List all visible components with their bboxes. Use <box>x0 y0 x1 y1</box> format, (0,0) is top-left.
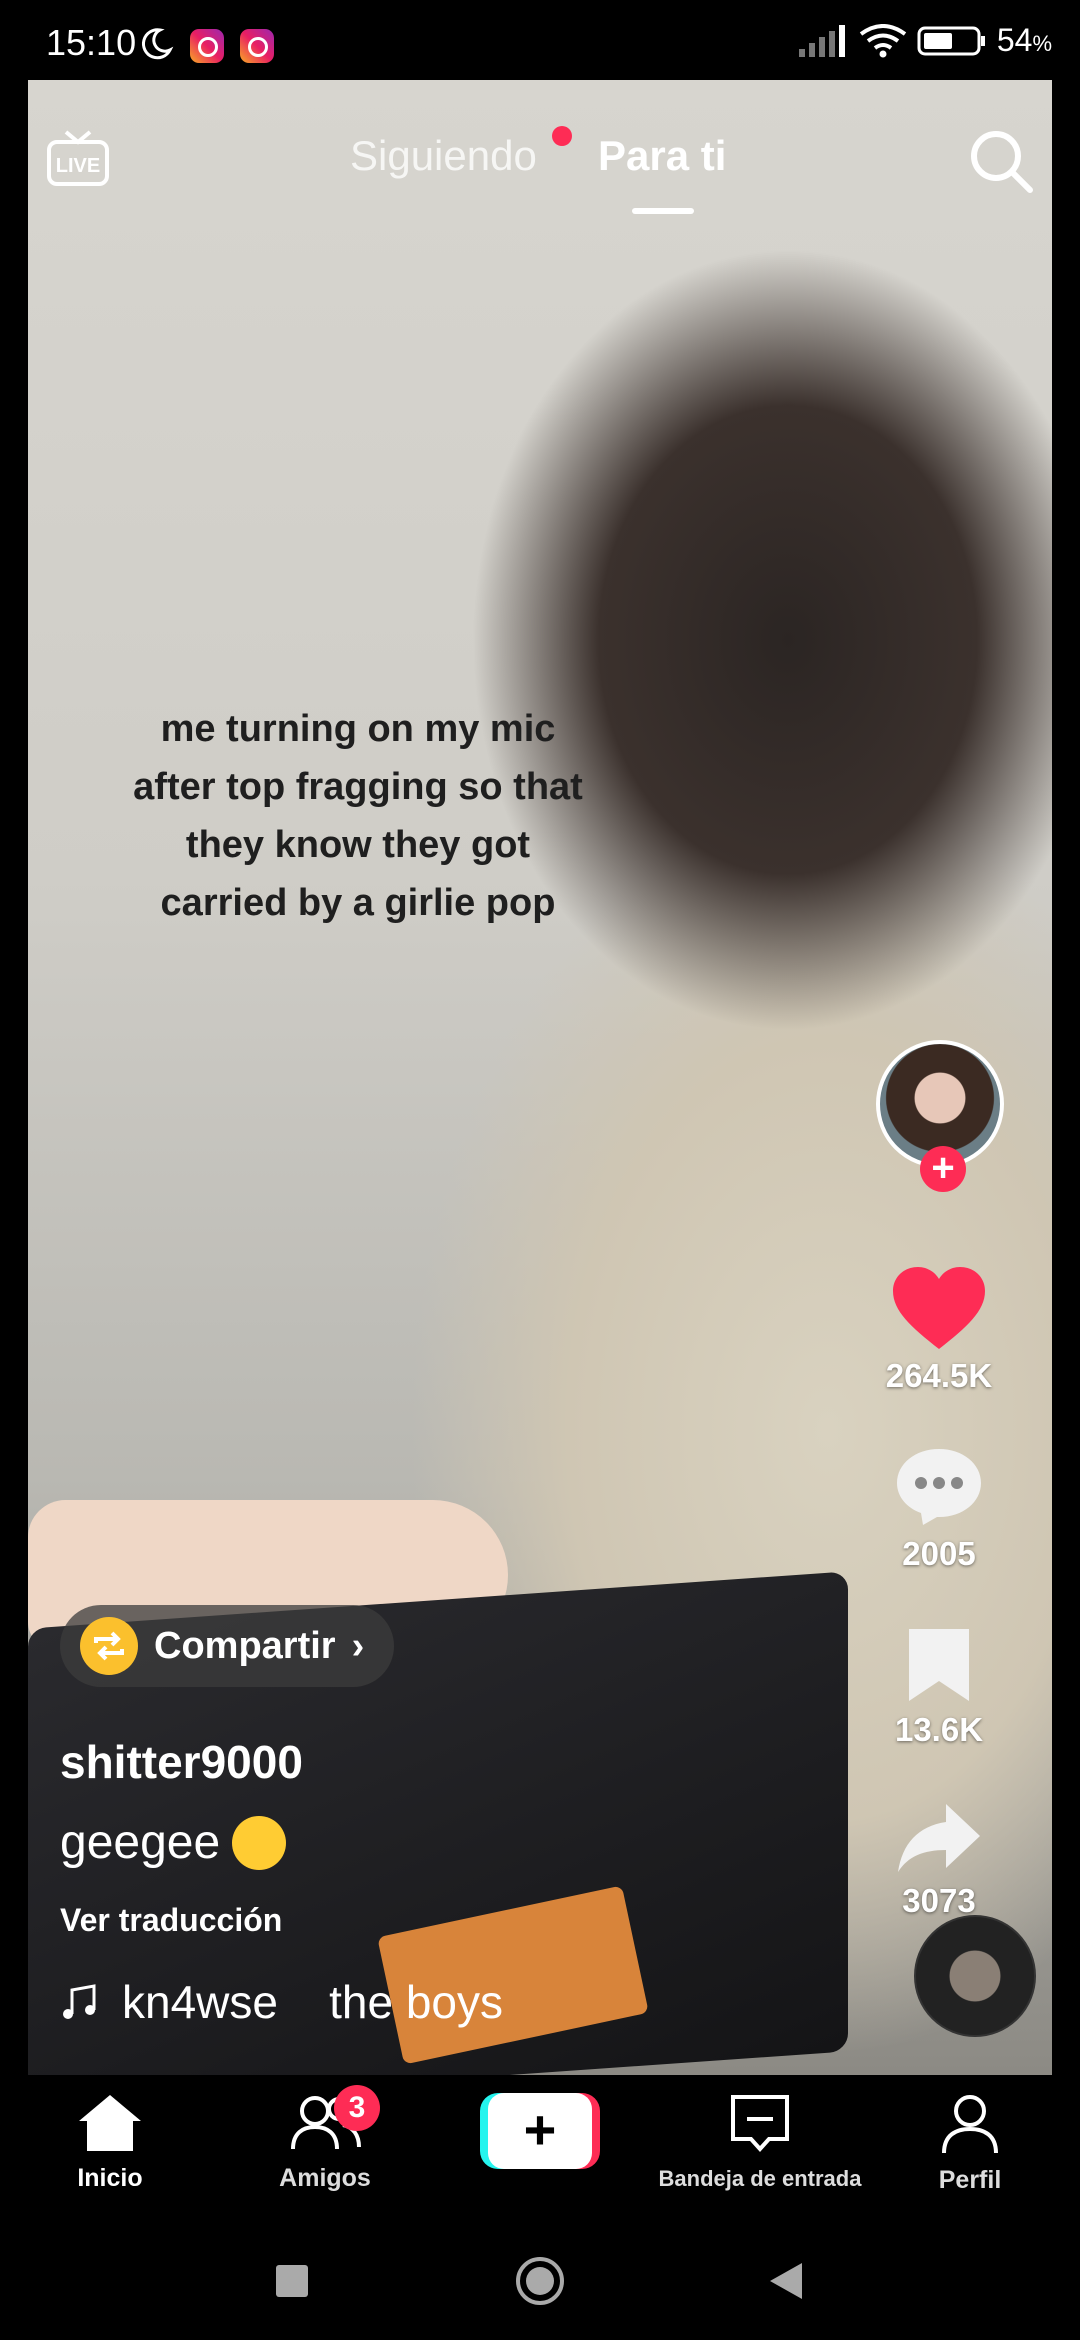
nav-profile-label: Perfil <box>938 2166 1002 2194</box>
like-button[interactable]: 264.5K <box>874 1265 1004 1395</box>
back-icon[interactable] <box>768 2261 804 2301</box>
music-disc-icon[interactable] <box>914 1915 1036 2037</box>
music-note-icon <box>63 1984 96 2019</box>
battery-icon <box>917 26 985 55</box>
search-icon[interactable] <box>966 126 1036 196</box>
follow-button[interactable]: + <box>920 1146 966 1192</box>
see-translation-link[interactable]: Ver traducción <box>60 1902 282 1939</box>
home-system-icon[interactable] <box>514 2255 566 2307</box>
status-time: 15:10 <box>46 22 137 63</box>
top-nav: LIVE Siguiendo Para ti <box>28 80 1052 240</box>
wifi-icon <box>859 23 907 57</box>
save-button[interactable]: 13.6K <box>874 1625 1004 1749</box>
notification-dot <box>552 126 572 146</box>
description-text: geegee <box>60 1816 221 1869</box>
home-icon <box>79 2095 141 2151</box>
nav-home-label: Inicio <box>77 2164 143 2192</box>
moon-icon <box>141 28 174 60</box>
live-icon[interactable]: LIVE <box>46 128 110 188</box>
bookmark-icon <box>909 1629 969 1701</box>
instagram-icon <box>190 29 224 63</box>
video-description: geegee <box>60 1815 287 1870</box>
creator-username[interactable]: shitter9000 <box>60 1735 303 1789</box>
signal-icon <box>798 24 845 57</box>
video-caption: me turning on my mic after top fragging … <box>58 700 658 932</box>
status-bar: 15:10 54% <box>0 0 1080 80</box>
profile-icon <box>942 2095 998 2154</box>
instagram-icon <box>240 29 274 63</box>
svg-text:LIVE: LIVE <box>56 155 100 177</box>
heart-icon <box>893 1267 985 1349</box>
bottom-nav: Inicio 3 Amigos + Bandeja de entrada Per… <box>0 2075 1080 2225</box>
plus-icon: + <box>488 2093 592 2169</box>
comment-count: 2005 <box>902 1535 976 1572</box>
chevron-right-icon: › <box>351 1624 365 1667</box>
inbox-icon <box>731 2095 789 2152</box>
like-count: 264.5K <box>885 1357 993 1394</box>
recents-icon[interactable] <box>274 2263 310 2299</box>
share-arrow-icon <box>898 1804 980 1872</box>
video-player[interactable]: LIVE Siguiendo Para ti me turning on my … <box>28 80 1052 2075</box>
caption-line: they know they got <box>185 824 531 866</box>
nav-profile[interactable]: Perfil <box>925 2093 1015 2195</box>
smiling-emoji-icon <box>232 1815 287 1870</box>
battery-percentage: 54% <box>996 22 1052 58</box>
status-indicators: 54% <box>797 22 1052 59</box>
tab-for-you[interactable]: Para ti <box>598 132 726 180</box>
music-ticker[interactable]: kn4wse the boys <box>60 1975 503 2029</box>
caption-line: after top fragging so that <box>133 766 583 808</box>
caption-line: me turning on my mic <box>160 708 556 750</box>
share-count: 3073 <box>902 1882 976 1919</box>
share-button[interactable]: 3073 <box>874 1800 1004 1920</box>
nav-inbox[interactable]: Bandeja de entrada <box>650 2093 870 2192</box>
nav-inbox-label: Bandeja de entrada <box>658 2166 862 2191</box>
tab-following[interactable]: Siguiendo <box>350 132 537 180</box>
nav-friends-label: Amigos <box>279 2164 371 2192</box>
share-label: Compartir <box>154 1624 336 1667</box>
music-title: kn4wse the boys <box>122 1976 503 2028</box>
comment-button[interactable]: 2005 <box>874 1445 1004 1573</box>
create-button[interactable]: + <box>480 2093 600 2169</box>
active-tab-indicator <box>632 208 694 214</box>
repost-icon <box>80 1617 138 1675</box>
share-suggestion-pill[interactable]: Compartir › <box>60 1605 395 1687</box>
save-count: 13.6K <box>894 1711 984 1748</box>
system-nav-bar <box>0 2225 1080 2340</box>
friends-badge: 3 <box>334 2085 380 2131</box>
comment-icon <box>897 1449 981 1525</box>
nav-home[interactable]: Inicio <box>62 2093 158 2193</box>
caption-line: carried by a girlie pop <box>160 882 556 924</box>
nav-friends[interactable]: 3 Amigos <box>270 2085 380 2193</box>
